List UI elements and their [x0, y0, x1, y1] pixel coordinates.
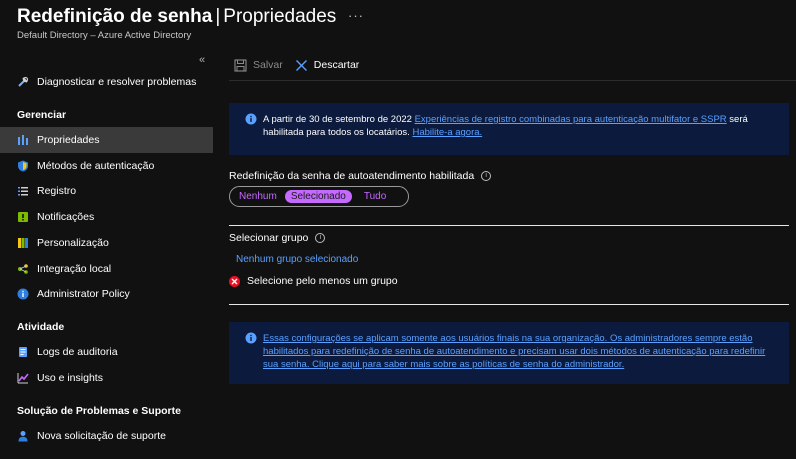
sidebar-item-notificacoes[interactable]: Notificações	[0, 204, 213, 230]
info-icon	[245, 113, 257, 145]
admin-policy-link[interactable]: Essas configurações se aplicam somente a…	[263, 333, 765, 370]
sidebar-item-label: Métodos de autenticação	[37, 160, 155, 172]
page-title: Redefinição de senha | Propriedades	[17, 6, 336, 28]
error-text: Selecione pelo menos um grupo	[247, 275, 398, 287]
discard-button[interactable]: Descartar	[295, 59, 360, 72]
title-separator: |	[215, 6, 221, 27]
error-icon	[229, 275, 240, 287]
wrench-icon	[17, 76, 29, 88]
select-group-label: Selecionar grupo i	[229, 232, 326, 244]
section-atividade: Atividade	[17, 321, 65, 333]
collapse-sidebar-button[interactable]: «	[199, 54, 205, 66]
toolbar-divider	[229, 80, 796, 81]
info-banner-admin-policy: Essas configurações se aplicam somente a…	[229, 322, 789, 384]
sync-icon	[17, 263, 29, 275]
sidebar-item-label: Logs de auditoria	[37, 346, 118, 358]
sidebar-item-uso-insights[interactable]: Uso e insights	[0, 365, 213, 391]
section-divider	[229, 225, 789, 226]
sidebar-item-label: Administrator Policy	[37, 288, 130, 300]
sidebar-item-administrator-policy[interactable]: Administrator Policy	[0, 281, 213, 307]
select-group-label-text: Selecionar grupo	[229, 232, 309, 244]
page-subtitle: Default Directory – Azure Active Directo…	[17, 30, 192, 41]
sidebar-item-personalizacao[interactable]: Personalização	[0, 230, 213, 256]
sidebar-item-diagnose[interactable]: Diagnosticar e resolver problemas	[0, 69, 213, 95]
banner-text: Essas configurações se aplicam somente a…	[263, 332, 779, 374]
info-tooltip-icon[interactable]: i	[481, 171, 492, 181]
banner-text: A partir de 30 de setembro de 2022 Exper…	[263, 113, 779, 145]
sidebar-item-nova-solicitacao[interactable]: Nova solicitação de suporte	[0, 423, 213, 449]
info-banner-registration: A partir de 30 de setembro de 2022 Exper…	[229, 103, 789, 155]
log-icon	[17, 346, 29, 358]
banner-prefix: A partir de 30 de setembro de 2022	[263, 114, 415, 125]
notification-icon	[17, 211, 29, 223]
info-icon	[245, 332, 257, 374]
palette-icon	[17, 237, 29, 249]
sidebar: « Diagnosticar e resolver problemas Gere…	[0, 50, 213, 459]
save-button[interactable]: Salvar	[234, 58, 283, 72]
no-group-selected-link[interactable]: Nenhum grupo selecionado	[236, 254, 358, 265]
properties-icon	[17, 134, 29, 146]
sidebar-item-label: Registro	[37, 185, 77, 197]
save-label: Salvar	[253, 59, 283, 71]
section-gerenciar: Gerenciar	[17, 109, 67, 121]
close-icon	[295, 59, 307, 71]
support-person-icon	[17, 430, 29, 442]
sidebar-item-metodos-autenticacao[interactable]: Métodos de autenticação	[0, 153, 213, 179]
option-selecionado[interactable]: Selecionado	[284, 190, 352, 203]
option-nenhum[interactable]: Nenhum	[233, 190, 283, 203]
enable-now-link[interactable]: Habilite-a agora.	[412, 127, 482, 138]
sidebar-item-label: Propriedades	[37, 134, 100, 146]
sidebar-item-label: Personalização	[37, 237, 109, 249]
sidebar-item-registro[interactable]: Registro	[0, 178, 213, 204]
sidebar-item-label: Notificações	[37, 211, 95, 223]
save-icon	[234, 58, 247, 72]
option-tudo[interactable]: Tudo	[358, 190, 392, 203]
sidebar-item-label: Diagnosticar e resolver problemas	[37, 76, 197, 88]
combined-registration-link[interactable]: Experiências de registro combinadas para…	[415, 114, 727, 125]
sidebar-item-label: Nova solicitação de suporte	[37, 430, 166, 442]
command-bar: Salvar Descartar	[234, 56, 371, 74]
list-icon	[17, 185, 29, 197]
chart-icon	[17, 372, 29, 384]
shield-icon	[17, 160, 29, 172]
sspr-label: Redefinição da senha de autoatendimento …	[229, 170, 492, 182]
sspr-label-text: Redefinição da senha de autoatendimento …	[229, 170, 475, 182]
info-icon	[17, 288, 29, 300]
validation-error: Selecione pelo menos um grupo	[229, 275, 398, 287]
discard-label: Descartar	[313, 59, 360, 71]
sspr-toggle-group: Nenhum Selecionado Tudo	[229, 186, 409, 207]
section-divider	[229, 304, 789, 305]
sidebar-item-label: Integração local	[37, 263, 112, 275]
more-options-button[interactable]: ···	[348, 8, 364, 23]
sidebar-item-label: Uso e insights	[37, 372, 103, 384]
page-header: Redefinição de senha | Propriedades ··· De…	[0, 0, 796, 46]
sidebar-item-integracao-local[interactable]: Integração local	[0, 256, 213, 282]
sidebar-item-propriedades[interactable]: Propriedades	[0, 127, 213, 153]
blade-subpage-title: Propriedades	[223, 6, 337, 27]
section-suporte: Solução de Problemas e Suporte	[17, 405, 181, 417]
sidebar-item-logs-auditoria[interactable]: Logs de auditoria	[0, 339, 213, 365]
info-tooltip-icon[interactable]: i	[315, 233, 326, 243]
blade-title: Redefinição de senha	[17, 6, 213, 27]
